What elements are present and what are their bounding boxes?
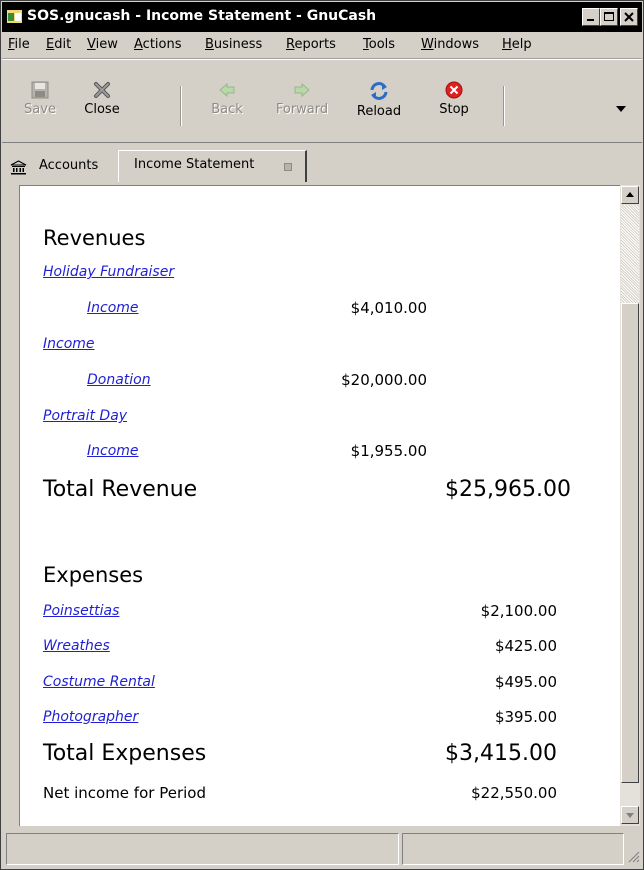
account-link[interactable]: Photographer (43, 709, 138, 725)
menu-reports[interactable]: Reports (286, 37, 336, 52)
vertical-scrollbar[interactable] (620, 185, 640, 826)
reload-button[interactable]: Reload (347, 80, 411, 132)
menu-business[interactable]: Business (205, 37, 262, 52)
menu-view[interactable]: View (87, 37, 118, 52)
gnucash-app-icon (7, 10, 22, 23)
reload-icon (370, 82, 388, 100)
toolbar-separator (180, 86, 182, 126)
account-link[interactable]: Donation (87, 372, 151, 388)
amount-value: $395.00 (494, 708, 557, 726)
amount-value: $2,100.00 (480, 602, 557, 620)
account-link[interactable]: Income (87, 300, 139, 316)
toolbar-separator (503, 86, 505, 126)
stop-button[interactable]: Stop (422, 80, 486, 132)
amount-value: $4,010.00 (350, 299, 427, 317)
toolbar-overflow-chevron-down-icon[interactable] (616, 106, 626, 112)
close-icon (624, 12, 634, 22)
amount-value: $495.00 (494, 673, 557, 691)
status-panel-main (6, 833, 399, 865)
arrow-up-icon (626, 192, 634, 197)
app-window: SOS.gnucash - Income Statement - GnuCash… (0, 0, 644, 870)
net-income-label: Net income for Period (43, 784, 206, 802)
menu-tools[interactable]: Tools (363, 37, 395, 52)
title-bar: SOS.gnucash - Income Statement - GnuCash (2, 2, 642, 32)
minimize-button[interactable] (582, 8, 600, 26)
window-title: SOS.gnucash - Income Statement - GnuCash (27, 8, 377, 24)
account-link[interactable]: Income (87, 443, 139, 459)
account-link[interactable]: Holiday Fundraiser (43, 264, 174, 280)
forward-button[interactable]: Forward (270, 80, 334, 132)
maximize-icon (604, 12, 614, 21)
arrow-left-icon (219, 82, 235, 98)
total-expenses-label: Total Expenses (43, 741, 207, 766)
account-link[interactable]: Portrait Day (43, 408, 127, 424)
resize-grip-icon[interactable] (626, 849, 640, 863)
tab-close-icon[interactable] (284, 163, 292, 171)
report-view: Revenues Holiday Fundraiser Income $4,01… (19, 185, 620, 826)
account-link[interactable]: Costume Rental (43, 674, 155, 690)
minimize-icon (587, 19, 594, 21)
amount-value: $20,000.00 (341, 371, 427, 389)
expenses-heading: Expenses (43, 563, 144, 587)
scrollbar-thumb[interactable] (621, 303, 639, 783)
tab-accounts-label: Accounts (39, 158, 99, 173)
tab-income-statement-label: Income Statement (134, 157, 255, 172)
menu-windows[interactable]: Windows (421, 37, 479, 52)
save-icon (31, 81, 49, 99)
save-button[interactable]: Save (8, 80, 72, 132)
menu-file[interactable]: File (8, 37, 30, 52)
menu-help[interactable]: Help (502, 37, 532, 52)
maximize-button[interactable] (600, 8, 618, 26)
stop-icon (445, 81, 463, 99)
total-expenses-value: $3,415.00 (445, 741, 557, 766)
arrow-right-icon (294, 82, 310, 98)
scroll-down-button[interactable] (621, 806, 639, 824)
menu-actions[interactable]: Actions (134, 37, 182, 52)
tab-bar: Accounts Income Statement (2, 142, 642, 184)
account-link[interactable]: Poinsettias (43, 603, 119, 619)
revenues-heading: Revenues (43, 226, 146, 250)
menu-edit[interactable]: Edit (46, 37, 71, 52)
menu-bar: File Edit View Actions Business Reports … (2, 32, 642, 59)
total-revenue-value: $25,965.00 (445, 477, 571, 502)
status-bar (2, 829, 642, 867)
net-income-value: $22,550.00 (471, 784, 557, 802)
tab-accounts[interactable]: Accounts (6, 150, 116, 182)
status-panel-secondary (402, 833, 624, 865)
arrow-down-icon (626, 813, 634, 818)
account-link[interactable]: Wreathes (43, 638, 110, 654)
scroll-up-button[interactable] (621, 186, 639, 204)
back-button[interactable]: Back (195, 80, 259, 132)
account-link[interactable]: Income (43, 336, 95, 352)
amount-value: $1,955.00 (350, 442, 427, 460)
toolbar: Save Close Back Forward Reload Stop (2, 59, 642, 143)
close-button[interactable]: Close (70, 80, 134, 132)
close-window-button[interactable] (620, 8, 638, 26)
scrollbar-track[interactable] (621, 205, 639, 303)
amount-value: $425.00 (494, 637, 557, 655)
close-x-icon (94, 82, 110, 98)
tab-income-statement[interactable]: Income Statement (118, 150, 307, 182)
bank-icon (10, 160, 27, 175)
total-revenue-label: Total Revenue (43, 477, 198, 502)
